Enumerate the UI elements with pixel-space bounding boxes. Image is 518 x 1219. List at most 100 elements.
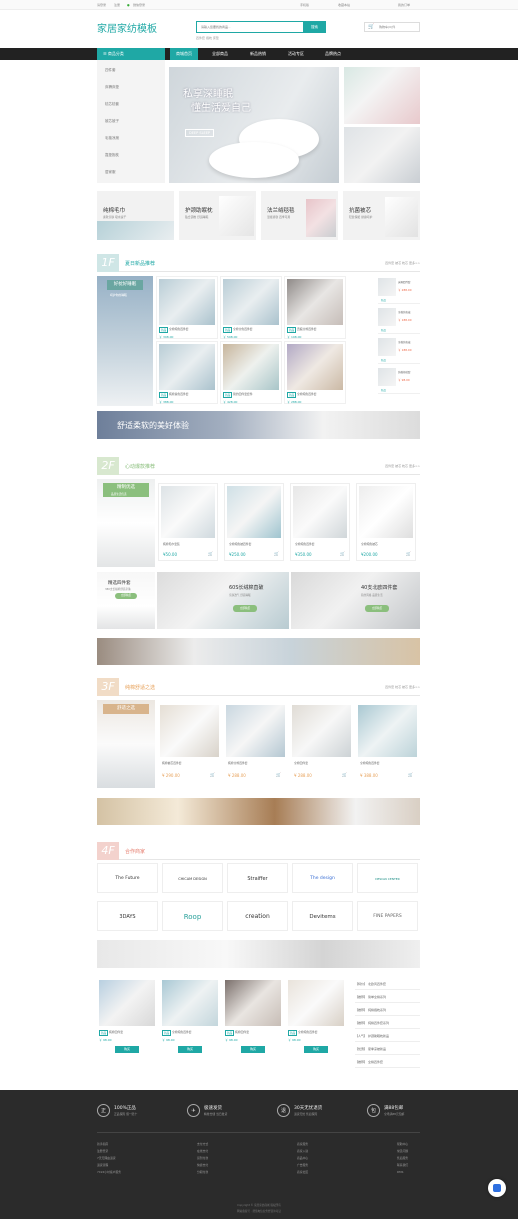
brand-logo[interactable]: FINE PAPERS xyxy=(357,901,418,931)
floor-links[interactable]: 四件套 枕芯 被芯 更多>> xyxy=(385,685,420,689)
nav-item-brands[interactable]: 品牌热点 xyxy=(325,48,341,60)
product-card[interactable]: 新品 纯棉四件套 ￥ 98.00 购买 xyxy=(223,978,283,1058)
news-item[interactable]: 【推荐】 全棉四件套 xyxy=(355,1056,420,1068)
news-item[interactable]: 【人气】 护颈助眠枕新品 xyxy=(355,1030,420,1042)
add-to-cart-icon[interactable]: 🛒 xyxy=(276,772,281,777)
product-card[interactable]: 纯棉毛巾套装 ¥50.00 🛒 xyxy=(158,483,218,561)
add-to-cart-icon[interactable]: 🛒 xyxy=(406,551,411,556)
promo-card[interactable]: 法兰绒毯毯 温暖柔软 四季可用 xyxy=(261,191,338,240)
news-item[interactable]: 【推荐】 纯棉抱枕系列 xyxy=(355,1004,420,1016)
product-card[interactable]: 纯棉全棉四件套 ¥ 288.00 🛒 xyxy=(224,703,287,781)
product-card[interactable]: 新品 纯棉素色四件套 ￥ 388.00 xyxy=(156,341,218,404)
side-banner-bottom[interactable] xyxy=(344,127,420,183)
news-item[interactable]: 【推荐】 简单全棉系列 xyxy=(355,991,420,1003)
footer-link[interactable]: 7天无理由退货 xyxy=(97,1156,116,1160)
footer-link[interactable]: 联系我们 xyxy=(397,1163,408,1167)
brand-logo[interactable]: CHICAM DESIGN xyxy=(162,863,223,893)
product-card[interactable]: 全棉四件套 ¥ 288.00 🛒 xyxy=(290,703,353,781)
product-card[interactable]: 新品 全棉纯色四件套 ￥ 398.00 xyxy=(156,276,218,339)
side-banner-top[interactable] xyxy=(344,67,420,124)
wechat-login-link[interactable]: 微信登录 xyxy=(133,3,145,7)
sidebar-item[interactable]: 四件套 xyxy=(105,68,116,73)
floor-strip-banner[interactable] xyxy=(97,638,420,665)
product-card[interactable]: 全棉纯色被芯 ¥200.00 🛒 xyxy=(356,483,416,561)
list-item[interactable]: 新品 床褥四件套 ￥ 288.00 xyxy=(378,276,420,304)
buy-button[interactable]: 购买 xyxy=(241,1046,265,1053)
sidebar-item[interactable]: 靠垫抱枕 xyxy=(105,153,119,158)
orders-link[interactable]: 我的订单 xyxy=(398,3,410,7)
footer-link[interactable]: 广告服务 xyxy=(297,1163,308,1167)
register-link[interactable]: 注册 xyxy=(114,3,120,7)
product-card[interactable]: 新品 全棉纯色四件套 ￥ 288.00 xyxy=(284,341,346,404)
product-card[interactable]: 新品 简约四件套套件 ￥ 428.00 xyxy=(220,341,282,404)
brand-logo[interactable]: 3DAYS xyxy=(97,901,158,931)
news-item[interactable]: 【特价】 北欧风四件套 xyxy=(355,978,420,990)
brand-logo[interactable]: Devitems xyxy=(292,901,353,931)
floor-links[interactable]: 四件套 被芯 枕芯 更多>> xyxy=(385,261,420,265)
floor-feature-image[interactable]: 舒适之选 xyxy=(97,700,155,788)
nav-item-activity[interactable]: 活动专区 xyxy=(288,48,304,60)
cart-button[interactable]: 🛒 购物车(0)件 xyxy=(364,22,420,32)
mini-banner[interactable]: 精选四件套 380支长绒棉舒适亲肤 立即购买 xyxy=(97,572,155,629)
hot-keywords[interactable]: 四件套 抱枕 床垫 xyxy=(196,36,219,40)
product-card[interactable]: 全棉纯色四件套 ¥ 388.00 🛒 xyxy=(356,703,419,781)
app-link[interactable]: 手机版 xyxy=(300,3,309,7)
promo-card[interactable]: 护颈助眠枕 贴合颈椎 舒适睡眠 xyxy=(179,191,256,240)
sidebar-item[interactable]: 毛毯凉席 xyxy=(105,136,119,141)
footer-link[interactable]: 7X24小时客户服务 xyxy=(97,1170,121,1174)
add-to-cart-icon[interactable]: 🛒 xyxy=(274,551,279,556)
product-card[interactable]: 纯棉被芯四件套 ¥ 290.00 🛒 xyxy=(158,703,221,781)
buy-button[interactable]: 购买 xyxy=(115,1046,139,1053)
brand-logo[interactable]: The Future xyxy=(97,863,158,893)
search-button[interactable]: 搜索 xyxy=(303,21,326,33)
list-item[interactable]: 新品 纯棉抱枕套 ￥ 98.00 xyxy=(378,366,420,394)
brand-logo[interactable]: Straiffer xyxy=(227,863,288,893)
brand-logo[interactable]: creation xyxy=(227,901,288,931)
footer-link[interactable]: 货到付款 xyxy=(197,1156,208,1160)
footer-link[interactable]: 商家入驻 xyxy=(297,1149,308,1153)
brand-logo[interactable]: DESIGN CENTER xyxy=(357,863,418,893)
product-card[interactable]: 全棉纯色四件套 ¥350.00 🛒 xyxy=(290,483,350,561)
product-card[interactable]: 新品 全棉全色四件套 ￥ 598.00 xyxy=(220,276,282,339)
buy-now-button[interactable]: 立即购买 xyxy=(365,605,389,612)
footer-link[interactable]: 在线支付 xyxy=(197,1149,208,1153)
brand-logo[interactable]: The design xyxy=(292,863,353,893)
product-card[interactable]: 新品 全棉纯色四件套 ￥ 98.00 购买 xyxy=(160,978,220,1058)
add-to-cart-icon[interactable]: 🛒 xyxy=(342,772,347,777)
add-to-cart-icon[interactable]: 🛒 xyxy=(208,551,213,556)
sidebar-item[interactable]: 被芯被子 xyxy=(105,119,119,124)
product-card[interactable]: 新品 贡缎全棉四件套 ￥ 198.00 xyxy=(284,276,346,339)
search-input[interactable] xyxy=(197,22,297,32)
floor-links[interactable]: 四件套 被芯 枕芯 更多>> xyxy=(385,464,420,468)
news-item[interactable]: 【优惠】 夏季凉被新品 xyxy=(355,1043,420,1055)
nav-item-home[interactable]: 商城首页 xyxy=(170,48,198,60)
footer-link[interactable]: 帮助中心 xyxy=(397,1142,408,1146)
footer-link[interactable]: 商家服务 xyxy=(297,1142,308,1146)
footer-link[interactable]: 新手指南 xyxy=(97,1142,108,1146)
nav-item-new[interactable]: 新品热销 xyxy=(250,48,266,60)
site-logo[interactable]: 家居家纺模板 xyxy=(97,20,157,35)
favorite-link[interactable]: 收藏本站 xyxy=(338,3,350,7)
footer-link[interactable]: 退货流程 xyxy=(97,1163,108,1167)
sidebar-item[interactable]: 枕芯枕套 xyxy=(105,102,119,107)
add-to-cart-icon[interactable]: 🛒 xyxy=(340,551,345,556)
add-to-cart-icon[interactable]: 🛒 xyxy=(408,772,413,777)
mini-banner[interactable]: 40支北欧四件套 简约风格 品质生活 立即购买 xyxy=(291,572,420,629)
login-link[interactable]: 请登录 xyxy=(97,3,106,7)
chat-float-button[interactable] xyxy=(488,1179,506,1197)
product-card[interactable]: 全棉纯色被四件套 ¥250.00 🛒 xyxy=(224,483,284,561)
add-to-cart-icon[interactable]: 🛒 xyxy=(210,772,215,777)
hero-banner[interactable]: 私享深睡眠 懂生活爱自己 DEEP SLEEP xyxy=(169,67,339,183)
footer-link[interactable]: DMS xyxy=(397,1170,403,1174)
footer-link[interactable]: 商品中心 xyxy=(297,1156,308,1160)
floor-feature-image[interactable]: 好枕好睡眠 呵护你的睡眠 xyxy=(97,276,153,406)
floor-strip-banner[interactable] xyxy=(97,940,420,968)
footer-link[interactable]: 注册登录 xyxy=(97,1149,108,1153)
category-menu-button[interactable]: ☰ 商品分类 xyxy=(97,48,165,60)
product-card[interactable]: 新品 纯棉四件套 ￥ 98.00 购买 xyxy=(97,978,157,1058)
footer-link[interactable]: 支付方式 xyxy=(197,1142,208,1146)
brand-logo[interactable]: Roop xyxy=(162,901,223,931)
footer-link[interactable]: 商家社区 xyxy=(297,1170,308,1174)
footer-link[interactable]: 分期付款 xyxy=(197,1170,208,1174)
news-item[interactable]: 【推荐】 纯棉四件套系列 xyxy=(355,1017,420,1029)
